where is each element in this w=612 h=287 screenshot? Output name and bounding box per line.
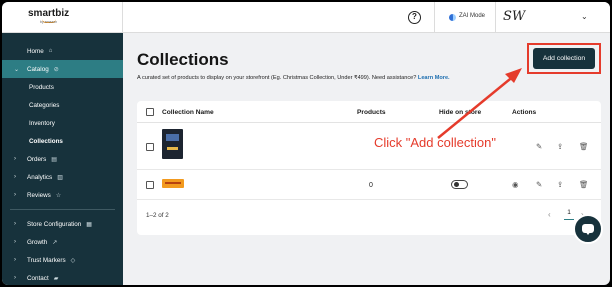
- sidebar-item-orders[interactable]: › Orders ▤: [2, 150, 123, 168]
- sidebar-item-label: Catalog: [27, 65, 49, 73]
- add-collection-button[interactable]: Add collection: [533, 48, 595, 69]
- topbar-divider: [434, 2, 435, 33]
- chevron-right-icon: ›: [14, 192, 16, 198]
- zai-mode-label[interactable]: ZAI Mode: [459, 13, 485, 19]
- sidebar-item-inventory[interactable]: Inventory: [2, 114, 123, 132]
- chevron-right-icon: ›: [14, 221, 16, 227]
- sidebar-item-catalog[interactable]: ⌄ Catalog ⊘: [2, 60, 123, 78]
- account-avatar[interactable]: SW: [503, 9, 525, 24]
- thumbnail-block: [166, 134, 179, 141]
- chevron-down-icon[interactable]: ⌄: [581, 12, 588, 21]
- sidebar-item-label: Home: [27, 47, 44, 55]
- sidebar-item-label: Store Configuration: [27, 220, 82, 228]
- sidebar-item-label: Collections: [29, 137, 63, 145]
- edit-icon[interactable]: ✎: [536, 180, 542, 189]
- receipt-icon: ▤: [51, 156, 57, 163]
- tag-icon: ⊘: [53, 66, 59, 73]
- sidebar-item-contact[interactable]: › Contact ▰: [2, 269, 123, 285]
- thumbnail-block: [165, 182, 181, 184]
- row-checkbox[interactable]: [146, 181, 154, 189]
- sidebar-item-label: Contact: [27, 274, 49, 282]
- delete-icon[interactable]: 🗑: [579, 180, 589, 189]
- brand-sub: by amazon: [40, 20, 58, 24]
- header-actions: Actions: [512, 109, 537, 116]
- trend-icon: ↗: [52, 239, 58, 246]
- star-icon: ☆: [55, 192, 62, 199]
- sidebar-item-collections[interactable]: Collections: [2, 132, 123, 150]
- topbar: ? ZAI Mode SW ⌄: [123, 2, 610, 33]
- brand-name: smartbiz: [28, 8, 70, 19]
- row-checkbox[interactable]: [146, 143, 154, 151]
- sidebar-item-categories[interactable]: Categories: [2, 96, 123, 114]
- sidebar-item-label: Reviews: [27, 191, 51, 199]
- sidebar-item-label: Analytics: [27, 173, 53, 181]
- annotation-text: Click "Add collection": [374, 135, 496, 150]
- chevron-right-icon: ›: [14, 275, 16, 281]
- collection-thumbnail: [162, 179, 184, 188]
- sidebar-item-reviews[interactable]: › Reviews ☆: [2, 186, 123, 204]
- collection-thumbnail: [162, 129, 183, 159]
- logo[interactable]: smartbiz by amazon: [2, 2, 123, 33]
- prev-page-icon[interactable]: ‹: [548, 210, 551, 219]
- select-all-checkbox[interactable]: [146, 108, 154, 116]
- page-description: A curated set of products to display on …: [137, 75, 450, 81]
- sidebar-item-trust-markers[interactable]: › Trust Markers ◇: [2, 251, 123, 269]
- sidebar-item-label: Orders: [27, 155, 47, 163]
- sidebar-item-analytics[interactable]: › Analytics ▥: [2, 168, 123, 186]
- sidebar-item-home[interactable]: Home ⌂: [2, 42, 123, 60]
- collections-table: Collection Name Products Hide on store A…: [137, 101, 601, 235]
- zai-mode-icon[interactable]: [449, 14, 456, 21]
- sidebar: smartbiz by amazon Home ⌂ ⌄ Catalog ⊘ Pr…: [2, 2, 123, 285]
- share-icon[interactable]: ⇪: [557, 142, 563, 151]
- sidebar-nav: Home ⌂ ⌄ Catalog ⊘ Products Categories I…: [2, 42, 123, 285]
- main-content: Collections A curated set of products to…: [123, 33, 610, 285]
- chevron-right-icon: ›: [14, 156, 16, 162]
- table-row[interactable]: 0 ◉ ✎ ⇪ 🗑: [137, 170, 601, 200]
- learn-more-link[interactable]: Learn More.: [418, 75, 450, 81]
- help-icon[interactable]: ?: [408, 11, 421, 24]
- home-icon: ⌂: [48, 48, 53, 54]
- store-icon: ▦: [86, 221, 92, 228]
- eye-icon[interactable]: ◉: [512, 180, 519, 189]
- table-header: Collection Name Products Hide on store A…: [137, 101, 601, 123]
- sidebar-item-label: Inventory: [29, 119, 55, 127]
- header-products: Products: [357, 109, 386, 116]
- hide-on-store-toggle[interactable]: [451, 180, 468, 189]
- chevron-down-icon: ⌄: [14, 66, 20, 73]
- table-row[interactable]: ✎ ⇪ 🗑: [137, 123, 601, 170]
- app-window: smartbiz by amazon Home ⌂ ⌄ Catalog ⊘ Pr…: [2, 2, 610, 285]
- sidebar-item-products[interactable]: Products: [2, 78, 123, 96]
- thumbnail-block: [167, 147, 178, 150]
- shield-icon: ◇: [70, 257, 76, 264]
- chat-support-button[interactable]: [573, 214, 603, 244]
- sidebar-divider: [10, 209, 115, 210]
- chat-bubble-tail: [585, 231, 591, 235]
- share-icon[interactable]: ⇪: [557, 180, 563, 189]
- header-hide-on-store: Hide on store: [439, 109, 482, 116]
- chevron-right-icon: ›: [14, 239, 16, 245]
- sidebar-item-label: Categories: [29, 101, 60, 109]
- chat-icon: ▰: [53, 275, 59, 282]
- pagination-range: 1–2 of 2: [146, 212, 169, 219]
- bar-chart-icon: ▥: [57, 174, 63, 181]
- description-text: A curated set of products to display on …: [137, 75, 417, 81]
- edit-icon[interactable]: ✎: [536, 142, 542, 151]
- chevron-right-icon: ›: [14, 257, 16, 263]
- header-collection-name: Collection Name: [162, 109, 214, 116]
- page-title: Collections: [137, 50, 229, 69]
- sidebar-item-label: Growth: [27, 238, 48, 246]
- sidebar-item-label: Trust Markers: [27, 256, 66, 264]
- sidebar-item-growth[interactable]: › Growth ↗: [2, 233, 123, 251]
- delete-icon[interactable]: 🗑: [579, 142, 589, 151]
- topbar-divider: [495, 2, 496, 33]
- chevron-right-icon: ›: [14, 174, 16, 180]
- products-count: 0: [369, 182, 373, 189]
- toggle-knob: [453, 182, 459, 188]
- page-number[interactable]: 1: [564, 209, 574, 220]
- sidebar-item-label: Products: [29, 83, 54, 91]
- sidebar-item-store-configuration[interactable]: › Store Configuration ▦: [2, 215, 123, 233]
